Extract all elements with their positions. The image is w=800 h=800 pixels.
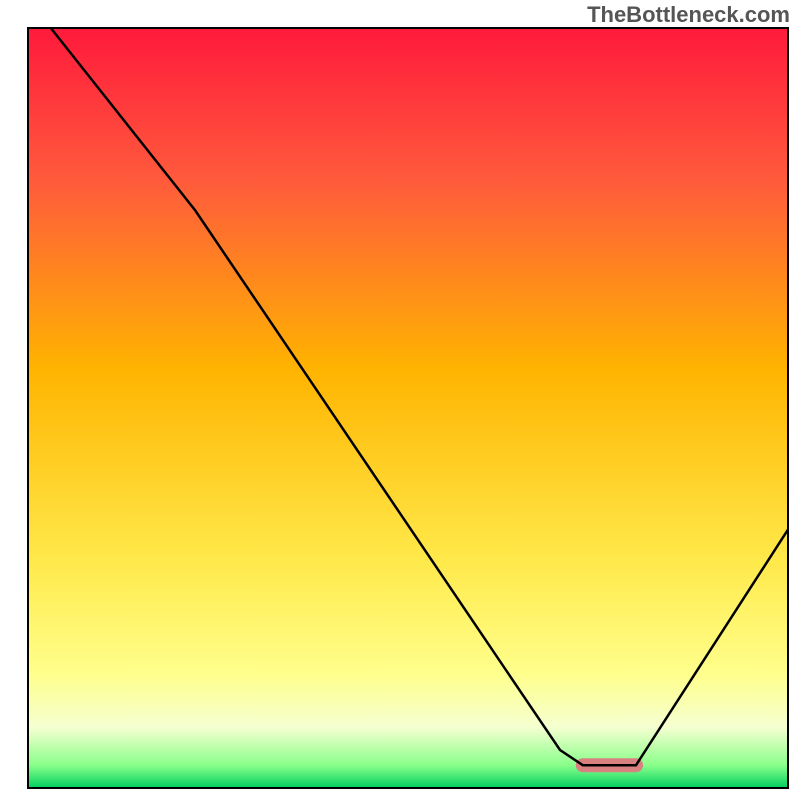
chart-svg [0, 0, 800, 800]
bottleneck-chart: TheBottleneck.com [0, 0, 800, 800]
